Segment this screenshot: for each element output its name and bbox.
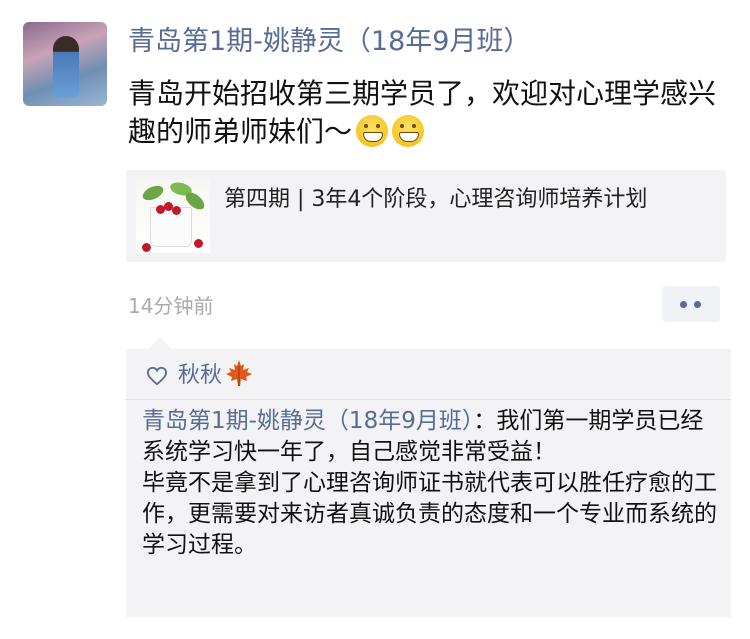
more-actions-button[interactable] — [662, 286, 720, 322]
likes-row: 秋秋 — [146, 357, 254, 395]
comment-author[interactable]: 青岛第1期-姚静灵（18年9月班） — [142, 408, 473, 434]
likes-divider — [126, 399, 731, 400]
heart-outline-icon — [146, 366, 168, 386]
comment-body-line2: 毕竟不是拿到了心理咨询师证书就代表可以胜任疗愈的工作，更需要对来访者真诚负责的态… — [142, 470, 717, 558]
more-dot-icon — [680, 301, 687, 308]
more-dot-icon — [694, 301, 701, 308]
comments-section: 秋秋 青岛第1期-姚静灵（18年9月班）：我们第一期学员已经系统学习快一年了，自… — [126, 337, 731, 617]
post-timestamp: 14分钟前 — [128, 294, 214, 318]
post-content: 青岛开始招收第三期学员了，欢迎对心理学感兴趣的师弟师妹们～ — [128, 75, 728, 151]
link-title: 第四期 | 3年4个阶段，心理咨询师培养计划 — [224, 187, 648, 212]
shared-link-card[interactable]: 第四期 | 3年4个阶段，心理咨询师培养计划 — [126, 170, 726, 262]
comment-item[interactable]: 青岛第1期-姚静灵（18年9月班）：我们第一期学员已经系统学习快一年了，自己感觉… — [142, 406, 720, 561]
maple-leaf-icon — [226, 360, 253, 386]
avatar-figure — [53, 36, 79, 98]
link-thumbnail — [136, 179, 210, 253]
grinning-face-emoji-2 — [392, 115, 425, 147]
post-author-name[interactable]: 青岛第1期-姚静灵（18年9月班） — [128, 24, 530, 60]
comment-separator: ： — [473, 408, 497, 434]
author-avatar[interactable] — [23, 22, 107, 106]
liker-name[interactable]: 秋秋 — [178, 363, 222, 388]
grinning-face-emoji-1 — [356, 115, 389, 147]
